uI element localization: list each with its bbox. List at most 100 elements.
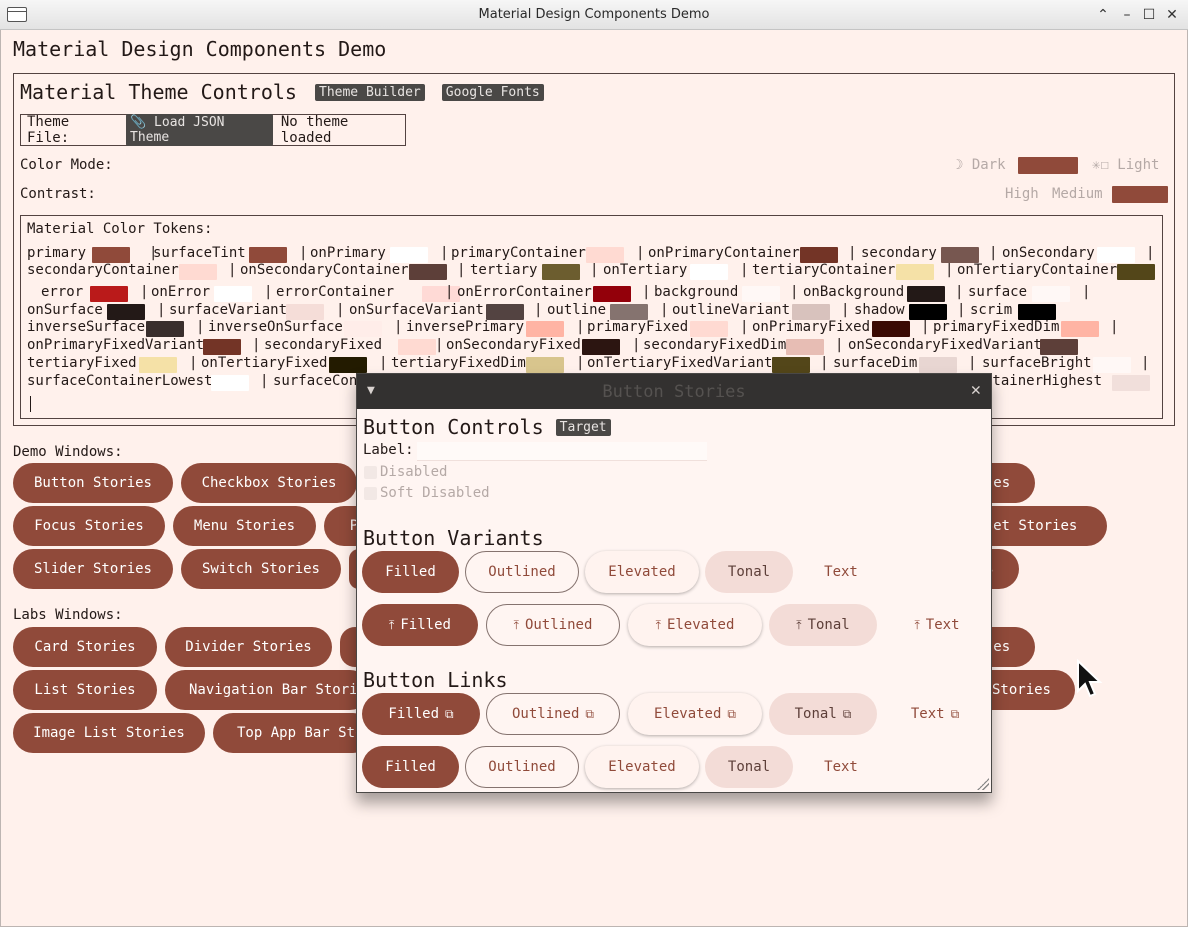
color-token-swatch — [422, 286, 460, 302]
minimize-icon[interactable]: – — [1118, 6, 1136, 24]
close-window-icon[interactable]: ✕ — [1163, 6, 1181, 24]
token-separator: | — [968, 355, 977, 371]
elevated-button[interactable]: Elevated — [585, 551, 699, 593]
color-token-swatch — [1032, 286, 1070, 302]
color-token-swatch — [286, 304, 324, 320]
color-token-swatch — [792, 304, 830, 320]
text-icon-button[interactable]: ⤒ Text — [887, 604, 987, 646]
contrast-medium-option[interactable]: Medium — [1052, 186, 1103, 202]
switch-stories-button[interactable]: Switch Stories — [181, 549, 341, 589]
external-link-icon: ⧉ — [727, 706, 736, 721]
color-token-swatch — [690, 321, 728, 337]
label-field-label: Label: — [363, 442, 414, 458]
color-token-name: outlineVariant — [672, 302, 791, 318]
tonal-link-button[interactable]: Tonal ⧉ — [769, 693, 877, 735]
color-token-swatch — [582, 339, 620, 355]
menu-stories-button[interactable]: Menu Stories — [173, 506, 316, 546]
color-token-swatch — [1061, 321, 1099, 337]
outlined-button-2[interactable]: Outlined — [465, 746, 579, 788]
color-token-swatch — [690, 264, 728, 280]
button-controls-heading: Button Controls Target — [363, 415, 611, 439]
navigation-bar-stories-button[interactable]: Navigation Bar Stories — [165, 670, 370, 710]
external-link-icon: ⧉ — [842, 706, 852, 721]
filled-button[interactable]: Filled — [362, 551, 459, 593]
color-token-name: primaryFixedDim — [933, 319, 1060, 335]
theme-status-text: No theme loaded — [280, 114, 349, 146]
filled-icon-button[interactable]: ⤒ Filled — [362, 604, 478, 646]
text-button-2[interactable]: Text — [799, 746, 883, 788]
elevated-button-2[interactable]: Elevated — [585, 746, 699, 788]
disabled-checkbox[interactable] — [364, 466, 377, 479]
checkbox-stories-button[interactable]: Checkbox Stories — [181, 463, 357, 503]
filled-icon-button-label: Filled — [400, 617, 451, 633]
divider-stories-button[interactable]: Divider Stories — [165, 627, 332, 667]
color-token-name: surfaceContainerLowest — [27, 373, 213, 389]
elevated-icon-button[interactable]: ⤒ Elevated — [628, 604, 762, 646]
outlined-link-button[interactable]: Outlined ⧉ — [486, 693, 620, 735]
contrast-label: Contrast: — [20, 186, 96, 202]
resize-grip-icon[interactable] — [977, 778, 989, 790]
tonal-icon-button[interactable]: ⤒ Tonal — [769, 604, 877, 646]
upload-icon: ⤒ — [389, 617, 395, 632]
token-separator: | — [632, 337, 641, 353]
color-token-name: tertiaryFixed — [27, 355, 137, 371]
color-token-name: surfaceBright — [982, 355, 1092, 371]
label-input[interactable] — [417, 442, 707, 461]
soft-disabled-checkbox[interactable] — [364, 487, 377, 500]
dialog-titlebar[interactable]: ▼ Button Stories ✕ — [357, 374, 991, 409]
color-mode-toggle[interactable] — [1018, 157, 1078, 174]
text-icon-button-label: Text — [925, 617, 960, 633]
token-separator: | — [1146, 245, 1155, 261]
google-fonts-link[interactable]: Google Fonts — [441, 84, 544, 101]
image-list-stories-button[interactable]: Image List Stories — [13, 713, 205, 753]
card-stories-button[interactable]: Card Stories — [13, 627, 157, 667]
target-chip[interactable]: Target — [555, 419, 611, 436]
focus-stories-button[interactable]: Focus Stories — [13, 506, 165, 546]
color-token-swatch — [92, 247, 130, 263]
load-json-theme-button[interactable]: 📎 Load JSON Theme — [126, 114, 273, 146]
text-cursor — [30, 396, 31, 412]
maximize-icon[interactable]: ☐ — [1140, 6, 1158, 24]
external-link-icon: ⧉ — [950, 706, 960, 721]
outlined-button[interactable]: Outlined — [465, 551, 579, 593]
color-token-name: onSurfaceVariant — [349, 302, 484, 318]
tonal-button-2[interactable]: Tonal — [705, 746, 793, 788]
button-controls-title: Button Controls — [363, 415, 544, 439]
color-token-name: inverseSurface — [27, 319, 146, 335]
color-token-name: onPrimaryFixed — [752, 319, 871, 335]
color-token-swatch — [800, 247, 838, 263]
outlined-icon-button[interactable]: ⤒ Outlined — [486, 604, 620, 646]
list-stories-button[interactable]: List Stories — [13, 670, 157, 710]
upload-icon: ⤒ — [655, 617, 661, 632]
chevron-up-icon[interactable]: ⌃ — [1094, 6, 1112, 24]
light-mode-option[interactable]: ✳☐ Light — [1092, 157, 1159, 173]
token-separator: | — [989, 245, 998, 261]
slider-stories-button[interactable]: Slider Stories — [13, 549, 173, 589]
color-token-swatch — [526, 321, 564, 337]
text-link-button[interactable]: Text ⧉ — [885, 693, 985, 735]
close-icon[interactable]: ✕ — [971, 380, 981, 400]
token-separator: | — [576, 319, 585, 335]
top-app-bar-stories-button[interactable]: Top App Bar Stories — [213, 713, 373, 753]
filled-button-2[interactable]: Filled — [362, 746, 459, 788]
elevated-link-button[interactable]: Elevated ⧉ — [628, 693, 762, 735]
text-button[interactable]: Text — [799, 551, 883, 593]
dark-mode-option[interactable]: ☽ Dark — [955, 157, 1006, 173]
contrast-toggle[interactable] — [1112, 186, 1168, 203]
color-token-swatch — [1018, 304, 1056, 320]
theme-builder-link[interactable]: Theme Builder — [315, 84, 425, 101]
token-separator: | — [534, 302, 543, 318]
color-token-swatch — [542, 264, 580, 280]
contrast-high-option[interactable]: High — [1005, 186, 1039, 202]
color-token-swatch — [1093, 357, 1131, 373]
button-stories-button[interactable]: Button Stories — [13, 463, 173, 503]
color-token-name: surface — [968, 284, 1028, 300]
color-token-swatch — [909, 304, 947, 320]
filled-link-button[interactable]: Filled ⧉ — [362, 693, 480, 735]
tonal-button[interactable]: Tonal — [705, 551, 793, 593]
token-separator: | — [955, 284, 964, 300]
color-token-swatch — [872, 321, 910, 337]
filled-link-label: Filled — [388, 706, 439, 722]
text-link-label: Text — [910, 706, 945, 722]
token-separator: | — [841, 302, 850, 318]
